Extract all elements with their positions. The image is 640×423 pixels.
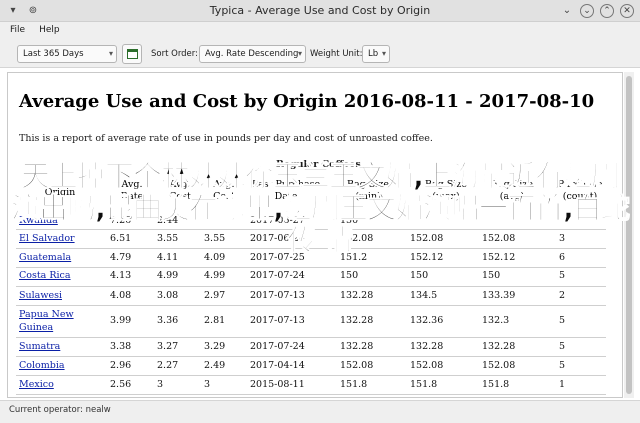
chevron-down-icon: ▾: [297, 49, 302, 58]
menu-help[interactable]: Help: [39, 25, 60, 35]
table-cell: 2.27: [157, 360, 179, 371]
table-cell: 2015-08-11: [250, 379, 305, 390]
table-cell: 2.81: [204, 315, 226, 326]
table-cell: 2: [559, 290, 566, 301]
origin-link-papua-new-guinea[interactable]: Papua New Guinea: [19, 308, 83, 334]
date-range-value: Last 365 Days: [23, 49, 84, 59]
report-title: Average Use and Cost by Origin 2016-08-1…: [19, 91, 595, 112]
table-cell: 2017-04-14: [250, 360, 305, 371]
row-divider: [16, 356, 606, 357]
toolbar: Last 365 Days ▾ Sort Order: Avg. Rate De…: [0, 38, 640, 68]
calendar-icon: [126, 49, 138, 59]
table-cell: 2017-07-13: [250, 290, 305, 301]
sort-order-select[interactable]: Avg. Rate Descending ▾: [199, 45, 306, 63]
maximize-icon[interactable]: ⌃: [600, 4, 614, 18]
table-cell: 151.8: [340, 379, 368, 390]
table-cell: 3: [204, 379, 211, 390]
table-cell: 3.38: [110, 341, 132, 352]
table-cell: 1: [559, 379, 566, 390]
table-cell: 3: [157, 379, 164, 390]
table-cell: 151.8: [410, 379, 438, 390]
table-cell: 132.28: [340, 341, 374, 352]
table-cell: 3.29: [204, 341, 226, 352]
minimize-icon[interactable]: ⌄: [580, 4, 594, 18]
close-icon[interactable]: ✕: [620, 4, 634, 18]
status-bar: Current operator: nealw: [0, 400, 640, 423]
report-description: This is a report of average rate of use …: [19, 133, 433, 144]
table-cell: 132.28: [482, 341, 516, 352]
table-cell: 151.8: [482, 379, 510, 390]
menu-bar: File Help: [0, 22, 640, 38]
sort-order-label: Sort Order:: [151, 49, 198, 59]
table-cell: 3.36: [157, 315, 179, 326]
table-cell: 3.99: [110, 315, 132, 326]
sort-order-value: Avg. Rate Descending: [205, 49, 299, 59]
origin-link-sulawesi[interactable]: Sulawesi: [19, 290, 62, 301]
row-divider: [16, 394, 606, 395]
chevron-down-icon: ▾: [381, 49, 386, 58]
origin-link-colombia[interactable]: Colombia: [19, 360, 65, 371]
table-cell: 152.08: [340, 360, 374, 371]
table-cell: 132.36: [410, 315, 444, 326]
table-cell: 152.08: [482, 360, 516, 371]
table-cell: 2017-07-24: [250, 341, 305, 352]
chevron-down-icon: ▾: [108, 49, 113, 58]
table-cell: 5: [559, 315, 566, 326]
table-cell: 3.27: [157, 341, 179, 352]
weight-unit-label: Weight Unit:: [310, 49, 363, 59]
title-bar: ▾ ⊚ Typica - Average Use and Cost by Ori…: [0, 0, 640, 22]
date-range-select[interactable]: Last 365 Days ▾: [17, 45, 117, 63]
table-cell: 2.96: [110, 360, 132, 371]
window-controls: ⌄ ⌄ ⌃ ✕: [560, 4, 634, 18]
table-cell: 132.28: [340, 315, 374, 326]
weight-unit-select[interactable]: Lb ▾: [362, 45, 390, 63]
table-cell: 3.08: [157, 290, 179, 301]
origin-link-sumatra[interactable]: Sumatra: [19, 341, 60, 352]
more-icon[interactable]: ⌄: [560, 4, 574, 18]
origin-link-mexico[interactable]: Mexico: [19, 379, 54, 390]
calendar-button[interactable]: [122, 44, 142, 64]
window-title: Typica - Average Use and Cost by Origin: [209, 4, 431, 17]
table-cell: 2.97: [204, 290, 226, 301]
table-cell: 133.39: [482, 290, 516, 301]
table-cell: 2017-07-13: [250, 315, 305, 326]
table-cell: 132.3: [482, 315, 510, 326]
table-cell: 4.08: [110, 290, 132, 301]
table-cell: 134.5: [410, 290, 438, 301]
row-divider: [16, 305, 606, 306]
row-divider: [16, 337, 606, 338]
table-cell: 2.56: [110, 379, 132, 390]
overlay-text: 天上掉下个林妹妹徐玉兰王文娟,上海最近有越剧演出吗,昆曲美在哪里,越剧王文娟演唱…: [10, 159, 630, 257]
table-cell: 2.49: [204, 360, 226, 371]
row-divider: [16, 375, 606, 376]
table-cell: 5: [559, 360, 566, 371]
table-cell: 132.28: [340, 290, 374, 301]
menu-file[interactable]: File: [10, 25, 25, 35]
weight-unit-value: Lb: [368, 49, 379, 59]
table-cell: 5: [559, 341, 566, 352]
table-cell: 152.08: [410, 360, 444, 371]
table-cell: 132.28: [410, 341, 444, 352]
